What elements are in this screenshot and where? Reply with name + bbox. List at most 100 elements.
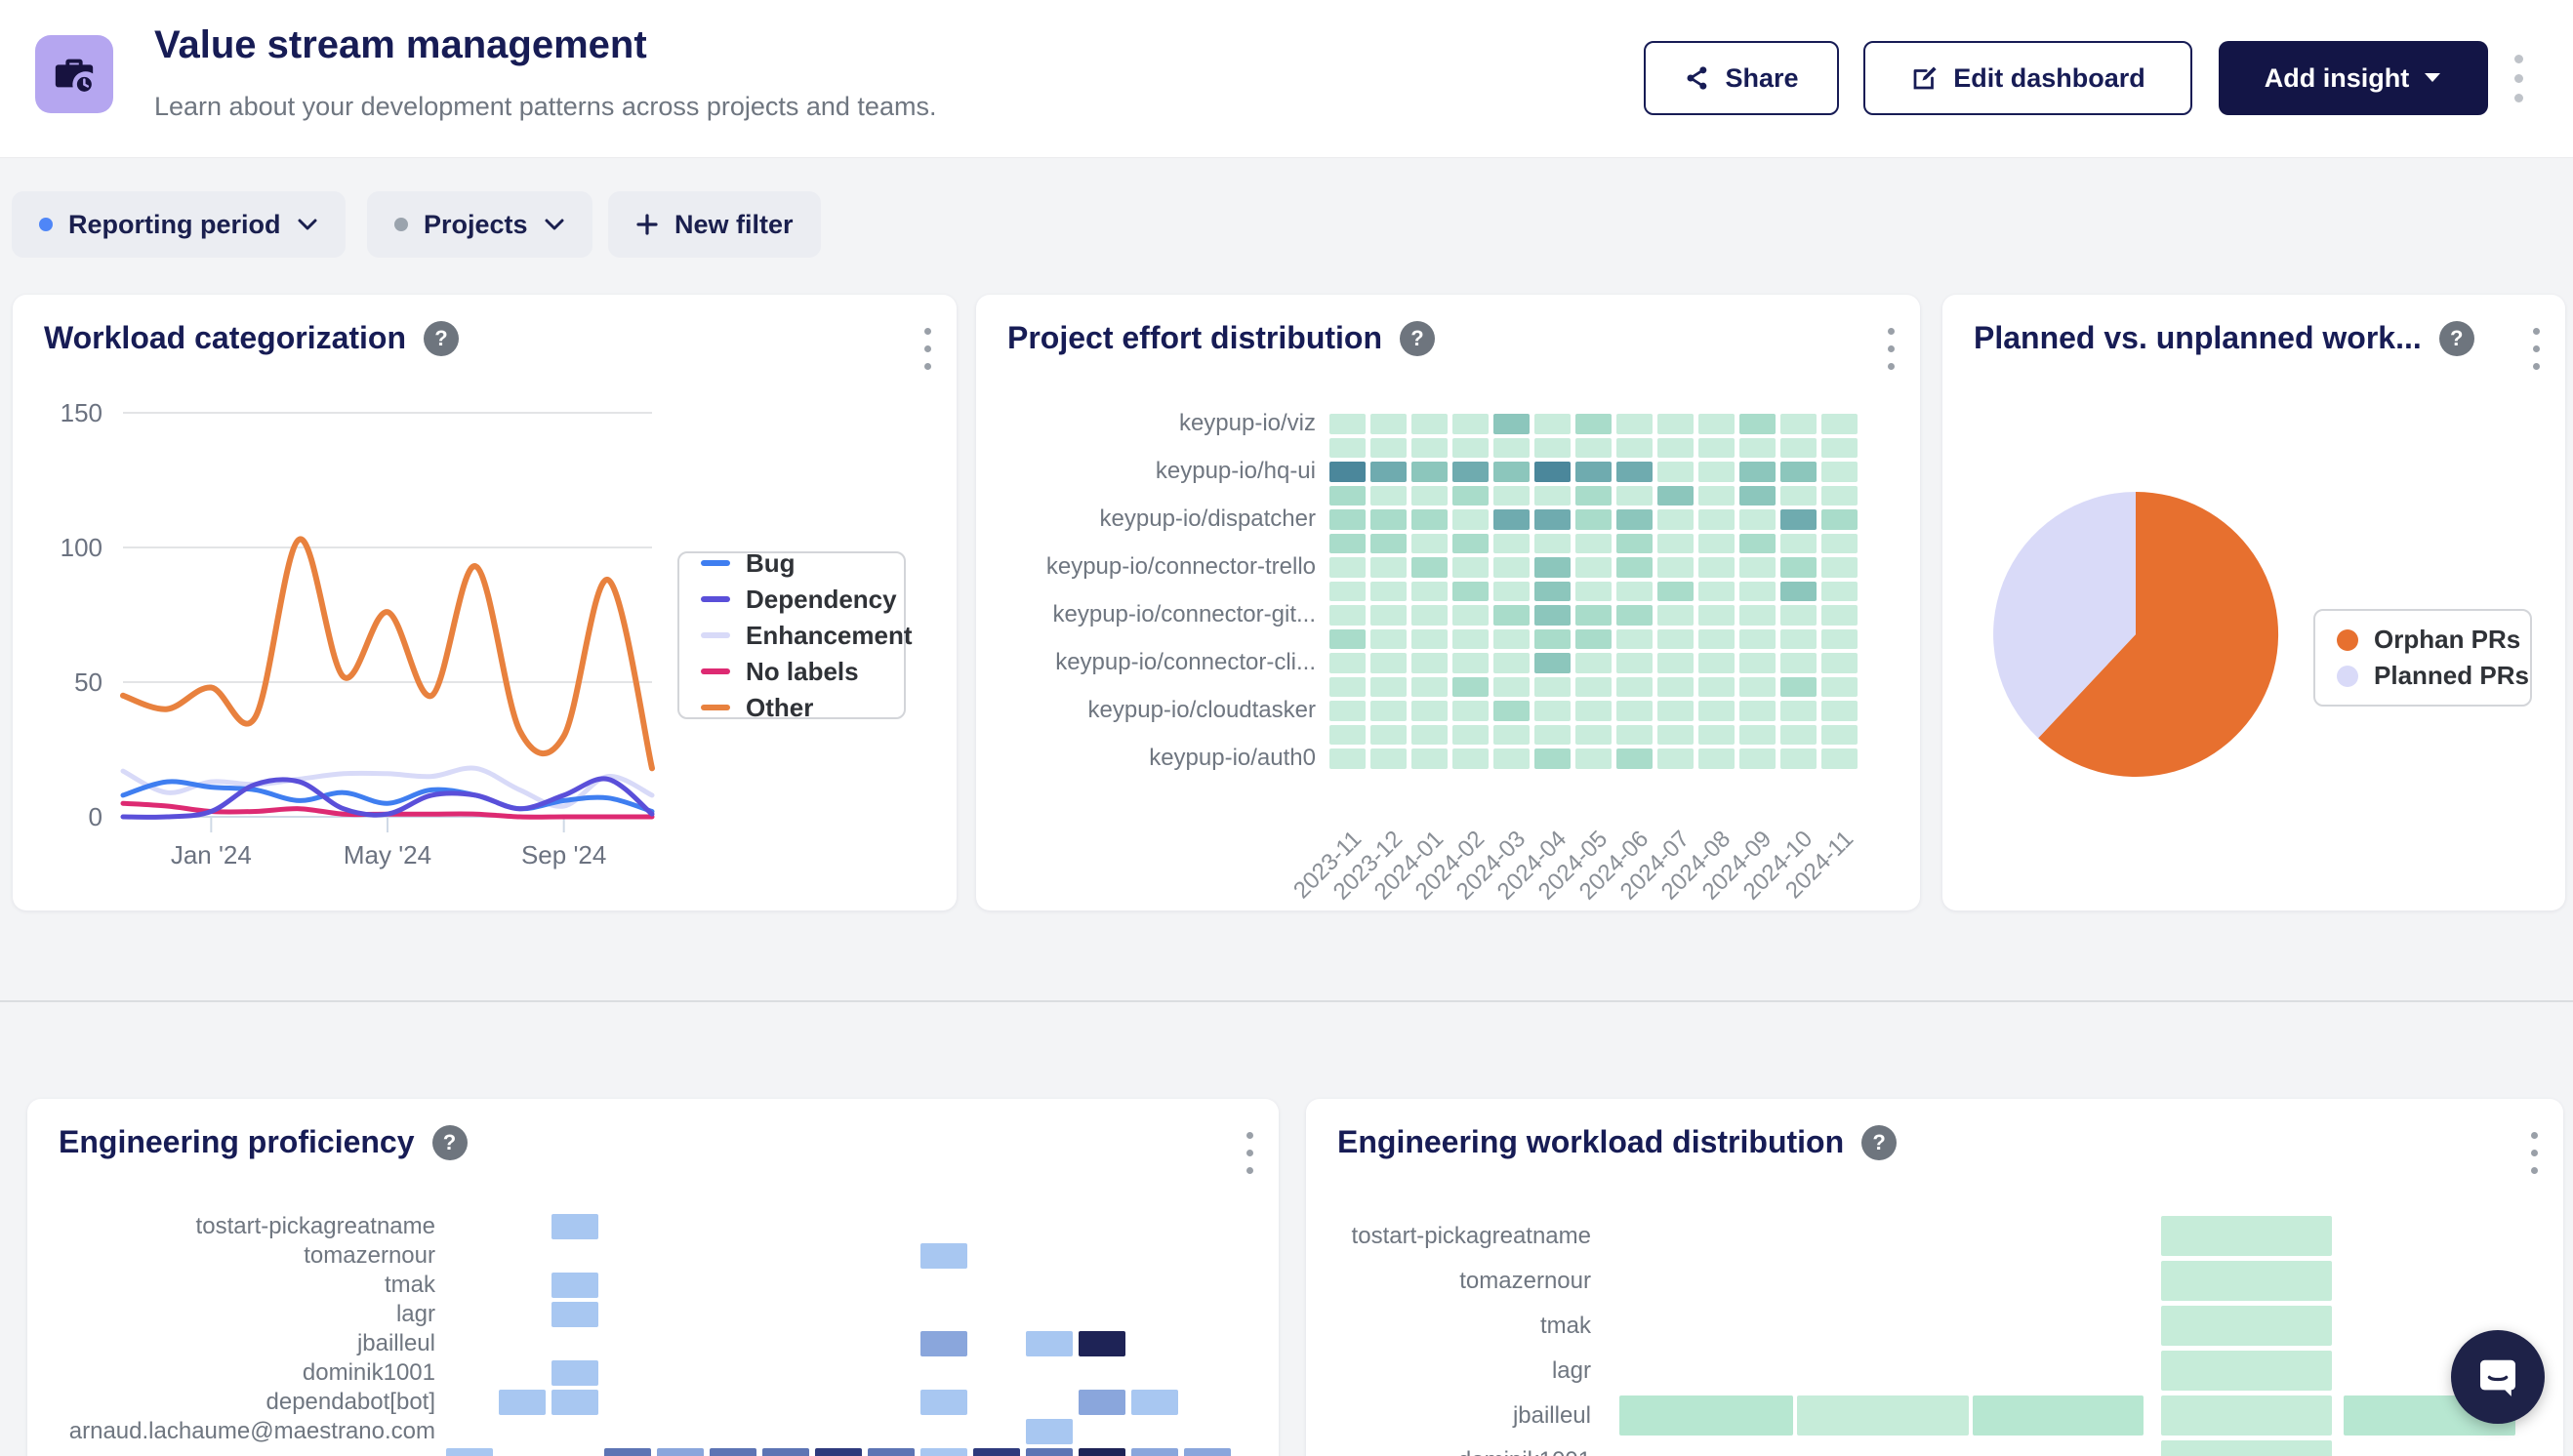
heatmap-cell [1616, 653, 1653, 673]
reporting-period-filter[interactable]: Reporting period [12, 191, 346, 258]
heatmap-cell [1616, 725, 1653, 746]
edit-dashboard-button[interactable]: Edit dashboard [1863, 41, 2192, 115]
dashboard-page: { "header": { "title": "Value stream man… [0, 0, 2573, 1456]
heatmap-cell [1780, 462, 1817, 482]
heatmap-cell [1780, 653, 1817, 673]
proficiency-cell [551, 1360, 598, 1386]
heatmap-cell [1329, 629, 1366, 650]
plus-icon [635, 213, 659, 236]
help-icon[interactable]: ? [1861, 1125, 1897, 1160]
heatmap-cell [1780, 486, 1817, 506]
new-filter-label: New filter [674, 210, 794, 240]
heatmap-cell [1534, 701, 1571, 721]
heatmap-cell [1329, 534, 1366, 554]
header-kebab-menu[interactable] [2514, 55, 2523, 102]
page-subtitle: Learn about your development patterns ac… [154, 92, 936, 122]
heatmap-cell [1452, 557, 1489, 578]
heatmap-cell [1698, 725, 1735, 746]
new-filter-button[interactable]: New filter [608, 191, 821, 258]
heatmap-cell [1493, 582, 1530, 602]
legend-label: Bug [746, 548, 796, 579]
heatmap-cell [1329, 414, 1366, 434]
heatmap-cell [1739, 534, 1776, 554]
legend-label: Planned PRs [2374, 661, 2529, 691]
engineering-workload-distribution-card: Engineering workload distribution ? tost… [1306, 1099, 2563, 1456]
heatmap-cell [1739, 438, 1776, 459]
heatmap-cell [1329, 486, 1366, 506]
proficiency-cell [710, 1448, 756, 1456]
heatmap-cell [1370, 677, 1407, 698]
workload-bar-segment [2161, 1395, 2332, 1436]
help-icon[interactable]: ? [432, 1125, 468, 1160]
share-button[interactable]: Share [1644, 41, 1839, 115]
heatmap-cell [1616, 701, 1653, 721]
proficiency-row-label: dominik1001 [41, 1359, 435, 1387]
chat-bubble-icon [2475, 1355, 2520, 1399]
heatmap-cell [1616, 509, 1653, 530]
heatmap-cell [1534, 557, 1571, 578]
card-kebab-menu[interactable] [2533, 328, 2540, 370]
proficiency-cell [1079, 1390, 1125, 1415]
heatmap-cell [1411, 653, 1448, 673]
heatmap-cell [1616, 462, 1653, 482]
heatmap-cell [1329, 677, 1366, 698]
proficiency-row-label: arnaud.lachaume@maestrano.com [41, 1418, 435, 1445]
help-icon[interactable]: ? [424, 321, 459, 356]
legend-item-no-labels[interactable]: No labels [701, 657, 882, 687]
card-kebab-menu[interactable] [2531, 1132, 2538, 1174]
heatmap-cell [1534, 748, 1571, 769]
card-kebab-menu[interactable] [1888, 328, 1895, 370]
legend-item-bug[interactable]: Bug [701, 548, 882, 579]
heatmap-cell [1534, 509, 1571, 530]
proficiency-cell [1131, 1390, 1178, 1415]
legend-item-other[interactable]: Other [701, 693, 882, 723]
heatmap-cell [1698, 438, 1735, 459]
proficiency-cell [920, 1448, 967, 1456]
workload-bar-segment [1619, 1395, 1793, 1436]
heatmap-cell [1821, 701, 1858, 721]
projects-filter[interactable]: Projects [367, 191, 592, 258]
heatmap-cell [1780, 748, 1817, 769]
help-icon[interactable]: ? [1400, 321, 1435, 356]
y-axis-tick: 100 [61, 533, 102, 562]
heatmap-cell [1452, 677, 1489, 698]
proficiency-cell [1079, 1331, 1125, 1356]
heatmap-cell [1370, 748, 1407, 769]
heatmap-cell [1821, 582, 1858, 602]
heatmap-cell [1411, 725, 1448, 746]
heatmap-cell [1329, 701, 1366, 721]
heatmap-cell [1780, 605, 1817, 626]
heatmap-cell [1616, 534, 1653, 554]
proficiency-cell [1026, 1331, 1073, 1356]
proficiency-cell [973, 1448, 1020, 1456]
add-insight-button[interactable]: Add insight [2219, 41, 2488, 115]
card-kebab-menu[interactable] [1246, 1132, 1253, 1174]
heatmap-cell [1575, 414, 1612, 434]
heatmap-cell [1575, 677, 1612, 698]
heatmap-row-label: keypup-io/dispatcher [986, 506, 1316, 533]
heatmap-cell [1698, 605, 1735, 626]
proficiency-cell [1079, 1448, 1125, 1456]
heatmap-cell [1739, 486, 1776, 506]
legend-item-dependency[interactable]: Dependency [701, 585, 882, 615]
heatmap-cell [1452, 605, 1489, 626]
legend-item-enhancement[interactable]: Enhancement [701, 621, 882, 651]
help-icon[interactable]: ? [2439, 321, 2474, 356]
workload-row-label: tostart-pickagreatname [1306, 1223, 1591, 1250]
heatmap-cell [1411, 438, 1448, 459]
heatmap-cell [1452, 653, 1489, 673]
heatmap-cell [1370, 509, 1407, 530]
card-kebab-menu[interactable] [924, 328, 931, 370]
legend-item-planned-prs[interactable]: Planned PRs [2337, 661, 2509, 691]
workload-bar-segment [2161, 1440, 2332, 1456]
series-line-bug [123, 782, 652, 812]
heatmap-cell [1657, 557, 1694, 578]
chat-launcher-button[interactable] [2451, 1330, 2545, 1424]
x-axis-tick: Sep '24 [521, 840, 606, 870]
heatmap-cell [1821, 414, 1858, 434]
heatmap-cell [1698, 582, 1735, 602]
proficiency-cell [551, 1302, 598, 1327]
legend-item-orphan-prs[interactable]: Orphan PRs [2337, 625, 2509, 655]
heatmap-cell [1575, 748, 1612, 769]
heatmap-cell [1493, 534, 1530, 554]
